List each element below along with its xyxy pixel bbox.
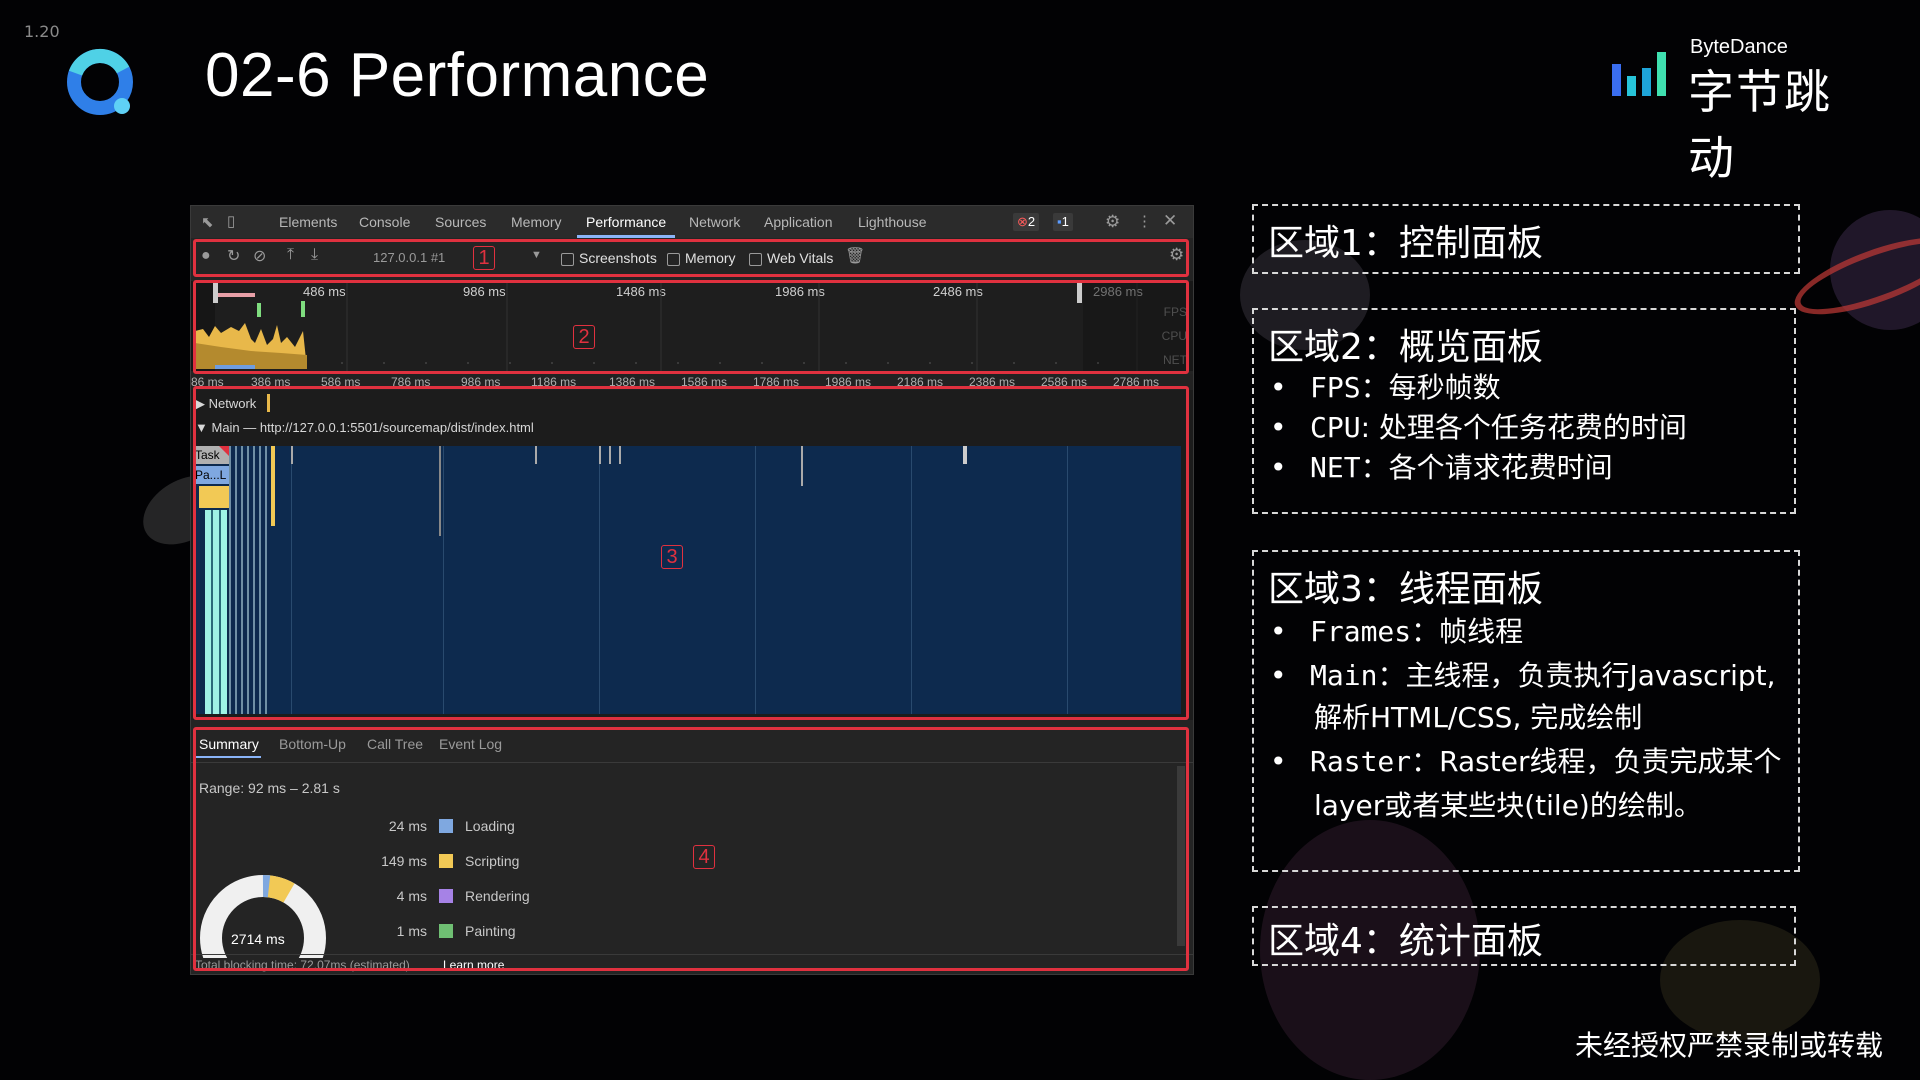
close-icon[interactable]: ✕: [1163, 211, 1177, 231]
tab-lighthouse[interactable]: Lighthouse: [858, 214, 927, 230]
bytedance-bars-icon: [1612, 52, 1666, 96]
region-3-number: 3: [661, 545, 683, 569]
more-menu-icon[interactable]: ⋮: [1137, 212, 1152, 230]
panel-3-title: 区域3：线程面板: [1268, 569, 1543, 610]
panel-2-title: 区域2：概览面板: [1268, 327, 1543, 368]
copyright-notice: 未经授权严禁录制或转载: [1575, 1029, 1884, 1062]
region-4-box: [193, 727, 1189, 971]
error-badge[interactable]: ⊗2: [1013, 213, 1040, 231]
message-badge[interactable]: ▪1: [1053, 213, 1073, 231]
tab-sources[interactable]: Sources: [435, 214, 486, 230]
slide-number: 1.20: [24, 22, 60, 41]
region-1-box: [193, 239, 1189, 277]
region-1-number: 1: [473, 246, 495, 270]
panel-region-3: 区域3：线程面板 • Frames：帧线程 • Main：主线程，负责执行Javas…: [1252, 550, 1800, 872]
app-logo-icon: [67, 49, 133, 115]
devtools-tab-bar: ⬉ ▯ Elements Console Sources Memory Perf…: [191, 206, 1193, 239]
panel-1-title: 区域1：控制面板: [1268, 223, 1543, 264]
list-item: • NET：各个请求花费时间: [1270, 451, 1613, 484]
error-count: 2: [1027, 214, 1036, 229]
panel-region-2: 区域2：概览面板 • FPS：每秒帧数 • CPU: 处理各个任务花费的时间 • NE…: [1252, 308, 1796, 514]
list-item: • Frames：帧线程: [1270, 615, 1524, 648]
list-item: • Main：主线程，负责执行Javascript,: [1270, 659, 1776, 692]
devtools-window: ⬉ ▯ Elements Console Sources Memory Perf…: [190, 205, 1194, 975]
region-3-box: [193, 386, 1189, 720]
tab-memory[interactable]: Memory: [511, 214, 562, 230]
panel-region-4: 区域4：统计面板: [1252, 906, 1796, 966]
panel-4-title: 区域4：统计面板: [1268, 921, 1543, 962]
tab-console[interactable]: Console: [359, 214, 410, 230]
panel-region-1: 区域1：控制面板: [1252, 204, 1800, 274]
inspect-element-icon[interactable]: ⬉: [201, 213, 214, 231]
region-2-number: 2: [573, 325, 595, 349]
list-item-continuation: layer或者某些块(tile)的绘制。: [1314, 789, 1702, 822]
list-item: • CPU: 处理各个任务花费的时间: [1270, 411, 1687, 444]
list-item-continuation: 解析HTML/CSS, 完成绘制: [1314, 701, 1643, 734]
message-count: 1: [1061, 214, 1069, 229]
settings-gear-icon[interactable]: ⚙: [1105, 212, 1120, 232]
page-title: 02-6 Performance: [205, 41, 710, 110]
brand-cn: 字节跳动: [1688, 65, 1832, 185]
bytedance-logo: ByteDance 字节跳动: [1610, 36, 1860, 185]
list-item: • FPS：每秒帧数: [1270, 371, 1501, 404]
region-4-number: 4: [693, 845, 715, 869]
tab-performance[interactable]: Performance: [586, 214, 666, 230]
tab-network[interactable]: Network: [689, 214, 740, 230]
tab-application[interactable]: Application: [764, 214, 833, 230]
tab-elements[interactable]: Elements: [279, 214, 337, 230]
error-icon: ⊗: [1017, 214, 1028, 229]
list-item: • Raster：Raster线程，负责完成某个: [1270, 745, 1782, 778]
region-2-box: [193, 280, 1189, 374]
device-toolbar-icon[interactable]: ▯: [227, 212, 235, 230]
